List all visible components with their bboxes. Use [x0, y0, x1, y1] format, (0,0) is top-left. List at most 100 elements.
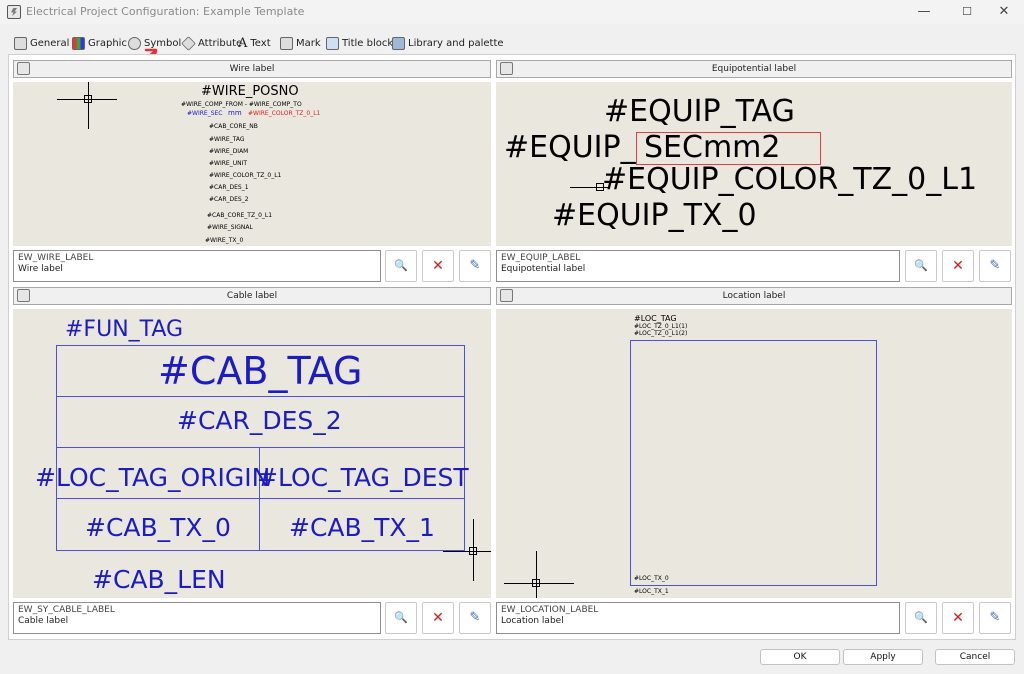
tab-attribute[interactable]: Attribute [181, 33, 243, 53]
magnifier-icon: 🔍 [394, 259, 408, 272]
wire-core-nb-label: #CAB_CORE_NB [209, 123, 258, 130]
tab-library-and-palette[interactable]: Library and palette [392, 33, 504, 53]
delete-icon: ✕ [952, 258, 964, 274]
location-tz1-label: #LOC_TZ_0_L1(1) [634, 323, 688, 330]
tab-title-block[interactable]: Title block [326, 33, 393, 53]
cable-loc-dest-label: #LOC_TAG_DEST [257, 463, 469, 492]
location-view-button[interactable]: 🔍 [905, 602, 937, 634]
location-icon [500, 289, 513, 302]
pencil-icon: ✎ [989, 610, 1001, 625]
delete-icon: ✕ [952, 610, 964, 626]
wire-view-button[interactable]: 🔍 [385, 250, 417, 282]
equip-tag-label: #EQUIP_TAG [604, 94, 795, 129]
magnifier-icon: 🔍 [914, 611, 928, 624]
insertion-point [596, 183, 604, 191]
cable-icon [17, 289, 30, 302]
location-frame [630, 340, 877, 586]
equip-color-label: #EQUIP_COLOR_TZ_0_L1 [602, 162, 978, 197]
wire-label-preview[interactable]: #WIRE_POSNO #WIRE_COMP_FROM - #WIRE_COMP… [13, 82, 491, 246]
cable-edit-button[interactable]: ✎ [459, 602, 491, 634]
attribute-icon [181, 35, 196, 51]
wire-edit-button[interactable]: ✎ [459, 250, 491, 282]
location-edit-button[interactable]: ✎ [979, 602, 1011, 634]
wire-label-header: Wire label [13, 60, 491, 78]
text-icon: A [238, 35, 248, 51]
location-delete-button[interactable]: ✕ [942, 602, 974, 634]
ok-button[interactable]: OK [760, 649, 840, 665]
apply-button[interactable]: Apply [843, 649, 923, 665]
tab-mark[interactable]: Mark [280, 33, 321, 53]
cable-tx1-label: #CAB_TX_1 [289, 513, 435, 542]
frame-divider [56, 396, 465, 397]
cable-symbol-code: EW_SY_CABLE_LABEL [18, 605, 115, 615]
title-bar: Electrical Project Configuration: Exampl… [0, 0, 1024, 24]
equip-label-preview[interactable]: #EQUIP_TAG #EQUIP_ SECmm2 #EQUIP_COLOR_T… [496, 82, 1012, 246]
equip-symbol-description: Equipotential label [501, 264, 586, 274]
configuration-window: Electrical Project Configuration: Exampl… [0, 0, 1024, 674]
tab-general[interactable]: General [14, 33, 69, 53]
cable-symbol-description: Cable label [18, 616, 69, 626]
graphic-icon [72, 36, 85, 50]
equip-sec-label: #EQUIP_ [504, 130, 636, 165]
wire-symbol-description: Wire label [18, 264, 63, 274]
cancel-button[interactable]: Cancel [935, 649, 1015, 665]
wire-label-info: EW_WIRE_LABEL Wire label [13, 250, 381, 282]
app-icon [7, 5, 21, 19]
wire-color-label: #WIRE_COLOR_TZ_0_L1 [248, 110, 321, 117]
wire-delete-button[interactable]: ✕ [422, 250, 454, 282]
equip-secmm2-label: SECmm2 [644, 130, 781, 165]
location-label-preview[interactable]: #LOC_TAG #LOC_TZ_0_L1(1) #LOC_TZ_0_L1(2)… [496, 309, 1012, 598]
wire-mm-label: mm [228, 109, 242, 117]
cable-delete-button[interactable]: ✕ [422, 602, 454, 634]
close-button[interactable]: ✕ [984, 2, 1024, 22]
cable-fun-tag-label: #FUN_TAG [65, 317, 184, 342]
wire-posno-label: #WIRE_POSNO [201, 84, 299, 99]
wire-comp-label: #WIRE_COMP_FROM - #WIRE_COMP_TO [181, 101, 302, 108]
minimize-button[interactable]: — [904, 2, 944, 22]
location-symbol-code: EW_LOCATION_LABEL [501, 605, 599, 615]
tab-label: Title block [342, 37, 394, 49]
wire-tag-label: #WIRE_TAG [209, 136, 245, 143]
cable-view-button[interactable]: 🔍 [385, 602, 417, 634]
location-label-info: EW_LOCATION_LABEL Location label [496, 602, 900, 634]
equip-delete-button[interactable]: ✕ [942, 250, 974, 282]
maximize-button[interactable]: ☐ [947, 2, 987, 22]
tab-label: Attribute [198, 37, 243, 49]
wire-core-tz-label: #CAB_CORE_TZ_0_L1 [207, 212, 273, 219]
wire-unit-label: #WIRE_UNIT [209, 160, 248, 167]
crosshair [570, 187, 610, 188]
wire-car1-label: #CAR_DES_1 [209, 184, 249, 191]
title-block-icon [326, 36, 339, 50]
pencil-icon: ✎ [469, 610, 481, 625]
wire-signal-label: #WIRE_SIGNAL [207, 224, 253, 231]
frame-divider [56, 447, 465, 448]
delete-icon: ✕ [432, 610, 444, 626]
cable-loc-origin-label: #LOC_TAG_ORIGIN [35, 463, 271, 492]
location-tx1-label: #LOC_TX_1 [634, 588, 669, 595]
insertion-point [532, 579, 540, 587]
library-icon [392, 36, 405, 50]
tab-text[interactable]: A Text [238, 33, 271, 53]
wire-color2-label: #WIRE_COLOR_TZ_0_L1 [209, 172, 282, 179]
cable-tx0-label: #CAB_TX_0 [85, 513, 231, 542]
delete-icon: ✕ [432, 258, 444, 274]
wire-tx-label: #WIRE_TX_0 [205, 237, 244, 244]
tab-label: Mark [296, 37, 321, 49]
cable-label-header: Cable label [13, 287, 491, 305]
wire-icon [17, 62, 30, 75]
wire-diam-label: #WIRE_DIAM [209, 148, 249, 155]
equip-label-header: Equipotential label [496, 60, 1012, 78]
crosshair [536, 551, 537, 598]
location-tz2-label: #LOC_TZ_0_L1(2) [634, 330, 688, 337]
pencil-icon: ✎ [989, 258, 1001, 273]
cable-label-preview[interactable]: #FUN_TAG #CAB_TAG #CAR_DES_2 #LOC_TAG_OR… [13, 309, 491, 598]
crosshair [88, 82, 89, 129]
equip-view-button[interactable]: 🔍 [905, 250, 937, 282]
pencil-icon: ✎ [469, 258, 481, 273]
equip-edit-button[interactable]: ✎ [979, 250, 1011, 282]
tab-label: Library and palette [408, 37, 504, 49]
location-tag-label: #LOC_TAG [634, 314, 677, 323]
equip-symbol-code: EW_EQUIP_LABEL [501, 253, 581, 263]
cable-car-des-label: #CAR_DES_2 [177, 406, 342, 435]
wire-symbol-code: EW_WIRE_LABEL [18, 253, 94, 263]
